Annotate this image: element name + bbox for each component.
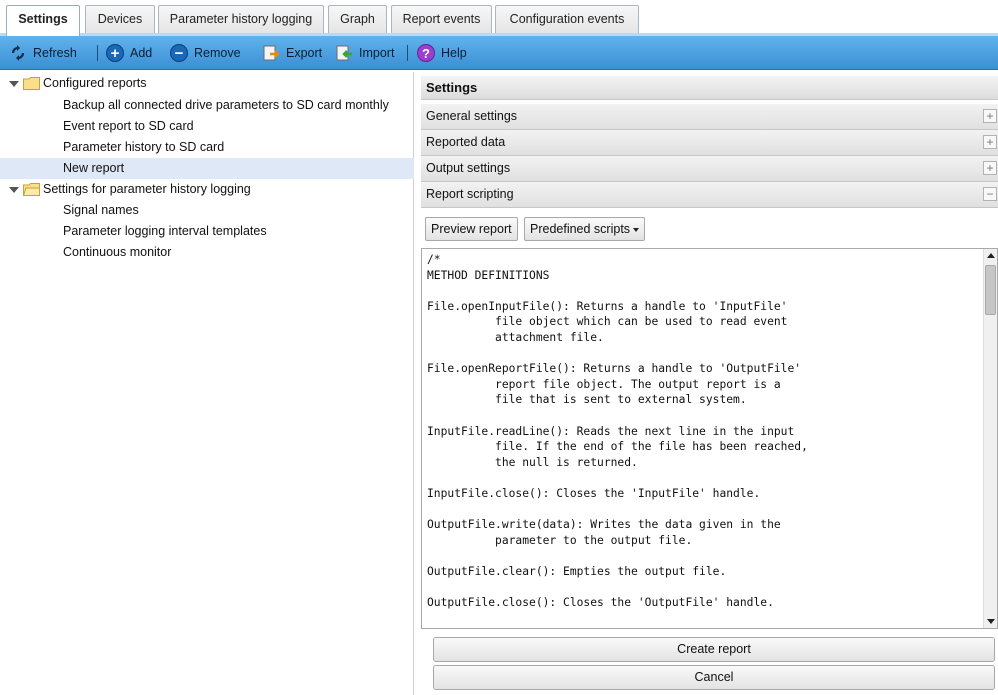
- remove-icon: −: [170, 44, 188, 62]
- tree-item-interval-templates[interactable]: Parameter logging interval templates: [0, 221, 414, 242]
- section-output-settings[interactable]: Output settings +: [421, 156, 998, 182]
- tree-item-continuous-monitor[interactable]: Continuous monitor: [0, 242, 414, 263]
- tree-group-label: Settings for parameter history logging: [43, 182, 251, 196]
- dropdown-caret-icon: [633, 227, 640, 232]
- section-label: Output settings: [426, 161, 511, 175]
- add-icon: +: [106, 44, 124, 62]
- tree-group-configured-reports[interactable]: Configured reports: [0, 73, 414, 94]
- preview-report-label: Preview report: [431, 222, 512, 236]
- export-icon: [263, 45, 280, 61]
- tab-devices[interactable]: Devices: [85, 5, 155, 34]
- expand-arrow-icon[interactable]: [9, 81, 19, 87]
- tab-parameter-history-logging[interactable]: Parameter history logging: [158, 5, 324, 34]
- refresh-button[interactable]: Refresh: [9, 36, 77, 70]
- predefined-scripts-dropdown[interactable]: Predefined scripts: [524, 217, 646, 241]
- add-button[interactable]: + Add: [106, 36, 152, 70]
- section-label: General settings: [426, 109, 518, 123]
- tree-item-parameter-history-report[interactable]: Parameter history to SD card: [0, 137, 414, 158]
- add-label: Add: [130, 46, 153, 60]
- toolbar-separator: [407, 45, 408, 61]
- predefined-scripts-label: Predefined scripts: [530, 222, 631, 236]
- section-label: Reported data: [426, 135, 506, 149]
- expand-plus-icon[interactable]: +: [983, 161, 997, 175]
- expand-plus-icon[interactable]: +: [983, 109, 997, 123]
- cancel-button[interactable]: Cancel: [433, 665, 995, 690]
- section-reported-data[interactable]: Reported data +: [421, 130, 998, 156]
- remove-button[interactable]: − Remove: [170, 36, 241, 70]
- tree-item-backup-report[interactable]: Backup all connected drive parameters to…: [0, 95, 414, 116]
- preview-report-button[interactable]: Preview report: [425, 217, 518, 241]
- create-report-button[interactable]: Create report: [433, 637, 995, 662]
- tree-item-signal-names[interactable]: Signal names: [0, 200, 414, 221]
- script-text[interactable]: /* METHOD DEFINITIONS File.openInputFile…: [427, 252, 982, 628]
- help-button[interactable]: ? Help: [417, 36, 467, 70]
- panel-title: Settings: [421, 76, 998, 100]
- scroll-thumb[interactable]: [985, 265, 996, 315]
- folder-icon: [23, 77, 40, 90]
- tab-report-events[interactable]: Report events: [391, 5, 492, 34]
- scroll-up-arrow-icon[interactable]: [987, 253, 995, 258]
- scroll-down-arrow-icon[interactable]: [987, 619, 995, 624]
- import-button[interactable]: Import: [335, 36, 394, 70]
- section-label: Report scripting: [426, 187, 514, 201]
- tree-item-new-report[interactable]: New report: [0, 158, 414, 179]
- help-label: Help: [441, 46, 467, 60]
- section-general-settings[interactable]: General settings +: [421, 104, 998, 130]
- script-editor[interactable]: /* METHOD DEFINITIONS File.openInputFile…: [421, 248, 998, 629]
- export-button[interactable]: Export: [262, 36, 322, 70]
- tab-bar: Settings Devices Parameter history loggi…: [0, 0, 998, 36]
- tab-configuration-events[interactable]: Configuration events: [495, 5, 639, 34]
- refresh-label: Refresh: [33, 46, 77, 60]
- expand-arrow-icon[interactable]: [9, 187, 19, 193]
- script-scrollbar[interactable]: [983, 249, 997, 628]
- open-folder-icon: [23, 183, 40, 196]
- tree-group-label: Configured reports: [43, 76, 147, 90]
- tab-settings[interactable]: Settings: [6, 5, 80, 36]
- toolbar-separator: [97, 45, 98, 61]
- import-icon: [336, 45, 352, 61]
- collapse-minus-icon[interactable]: −: [983, 187, 997, 201]
- tree-group-parameter-history-settings[interactable]: Settings for parameter history logging: [0, 179, 414, 200]
- tab-graph[interactable]: Graph: [328, 5, 387, 34]
- export-label: Export: [286, 46, 323, 60]
- section-report-scripting[interactable]: Report scripting −: [421, 182, 998, 208]
- report-tree: Configured reports Backup all connected …: [0, 72, 414, 695]
- help-icon: ?: [417, 44, 435, 62]
- import-label: Import: [359, 46, 395, 60]
- toolbar: Refresh + Add − Remove Export Import ? H…: [0, 36, 998, 70]
- tree-item-event-report[interactable]: Event report to SD card: [0, 116, 414, 137]
- settings-panel: Settings General settings + Reported dat…: [421, 76, 998, 695]
- expand-plus-icon[interactable]: +: [983, 135, 997, 149]
- remove-label: Remove: [194, 46, 241, 60]
- refresh-icon: [11, 45, 25, 61]
